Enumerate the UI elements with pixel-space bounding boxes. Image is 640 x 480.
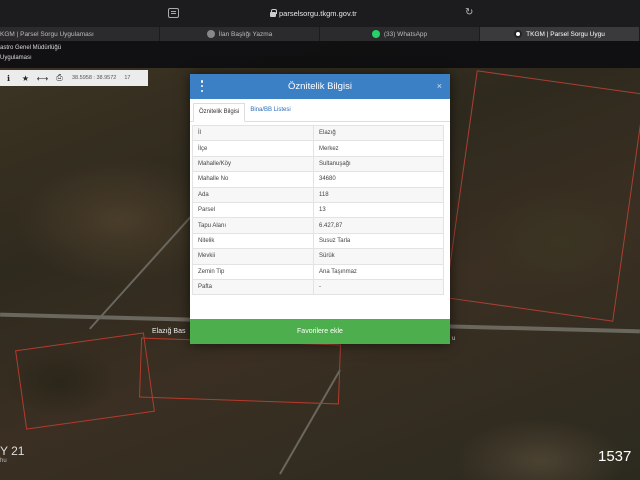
modal-header: Öznitelik Bilgisi ×: [190, 74, 450, 99]
modal-tabs: Öznitelik Bilgisi Bina/BB Listesi: [190, 99, 450, 122]
table-row: Tapu Alanı 6.427,87: [192, 217, 444, 234]
info-icon[interactable]: ℹ: [0, 70, 17, 86]
add-to-favorites-button[interactable]: Favorilere ekle: [190, 319, 450, 344]
road-label: Elazığ Bas: [152, 328, 186, 335]
app-header: astro Genel Müdürlüğü Uygulaması: [0, 41, 640, 68]
tab-tkgm-active[interactable]: TKGM | Parsel Sorgu Uygu: [480, 27, 640, 41]
road-label: u: [452, 336, 456, 342]
url-text: parselsorgu.tkgm.gov.tr: [279, 9, 357, 18]
modal-title: Öznitelik Bilgisi: [288, 81, 352, 92]
attribute-key: Zemin Tip: [192, 263, 314, 280]
parcel-boundary: [444, 70, 640, 322]
listing-watermark: 1537: [598, 448, 632, 465]
measure-icon[interactable]: ⟷: [34, 70, 51, 86]
zoom-level: 17: [124, 75, 131, 81]
table-row: Nitelik Susuz Tarla: [192, 232, 444, 250]
app-title: Uygulaması: [0, 55, 32, 61]
tab-whatsapp[interactable]: (33) WhatsApp: [320, 27, 480, 41]
attribute-key: İl: [192, 124, 314, 142]
table-row: Pafta -: [192, 278, 444, 296]
whatsapp-icon: [371, 30, 380, 38]
table-row: Mahalle No 34680: [192, 171, 444, 188]
lock-icon: [270, 9, 277, 17]
table-row: Parsel 13: [192, 201, 444, 219]
sidebar-toggle-icon[interactable]: [168, 8, 179, 18]
map-toolbar: ℹ ★ ⟷ ⎙ 38.5958 : 38.9572 17: [0, 70, 148, 86]
attribute-value: 13: [313, 201, 444, 219]
attribute-key: Nitelik: [192, 232, 314, 250]
attribute-value: Elazığ: [313, 124, 444, 142]
tab-label: KGM | Parsel Sorgu Uygulaması: [0, 30, 94, 38]
tab-attribute-info[interactable]: Öznitelik Bilgisi: [193, 103, 246, 122]
browser-toolbar: parselsorgu.tkgm.gov.tr ↻: [0, 0, 640, 27]
attribute-value: -: [313, 278, 444, 296]
attribute-value: 6.427,87: [313, 217, 444, 234]
table-row: Ada 118: [192, 186, 444, 203]
imagery-watermark: Y 21: [0, 444, 25, 458]
tab-building-list[interactable]: Bina/BB Listesi: [245, 102, 295, 121]
agency-title: astro Genel Müdürlüğü: [0, 45, 62, 51]
star-icon[interactable]: ★: [17, 70, 34, 86]
tkgm-icon: [514, 30, 523, 38]
attribute-value: Sultanuşağı: [313, 155, 444, 173]
attribute-info-modal: Öznitelik Bilgisi × Öznitelik Bilgisi Bi…: [190, 74, 450, 344]
tab-label: (33) WhatsApp: [383, 30, 428, 38]
tab-label: İlan Başlığı Yazma: [218, 30, 273, 38]
attribute-value: Sürük: [313, 248, 444, 265]
tab-parsel-sorgu[interactable]: KGM | Parsel Sorgu Uygulaması: [0, 27, 160, 41]
attribute-value: 34680: [313, 171, 444, 188]
browser-tabs: KGM | Parsel Sorgu Uygulaması İlan Başlı…: [0, 27, 640, 41]
parcel-boundary: [139, 337, 341, 405]
attribute-key: İlçe: [192, 140, 314, 157]
tab-ilan-basligi[interactable]: İlan Başlığı Yazma: [160, 27, 320, 41]
attribute-key: Ada: [192, 186, 314, 203]
table-row: Mahalle/Köy Sultanuşağı: [192, 155, 444, 173]
parcel-boundary: [15, 332, 155, 430]
address-bar[interactable]: parselsorgu.tkgm.gov.tr: [270, 6, 380, 21]
attribute-value: Ana Taşınmaz: [313, 263, 444, 280]
page-icon: [206, 30, 215, 38]
close-icon[interactable]: ×: [437, 81, 442, 91]
attribute-value: 118: [313, 186, 444, 203]
attribute-value: Susuz Tarla: [313, 232, 444, 250]
attribute-value: Merkez: [313, 140, 444, 157]
table-row: İlçe Merkez: [192, 140, 444, 157]
attribute-key: Parsel: [192, 201, 314, 219]
attribute-key: Mevkii: [192, 248, 314, 265]
attribute-key: Mahalle No: [192, 171, 314, 188]
reload-icon[interactable]: ↻: [465, 7, 473, 18]
table-row: İl Elazığ: [192, 124, 444, 142]
table-row: Zemin Tip Ana Taşınmaz: [192, 263, 444, 280]
imagery-watermark-small: hu: [0, 458, 7, 464]
table-row: Mevkii Sürük: [192, 248, 444, 265]
attribute-key: Pafta: [192, 278, 314, 296]
attribute-key: Mahalle/Köy: [192, 155, 314, 173]
coordinates-readout: 38.5958 : 38.9572: [72, 75, 117, 81]
attribute-table: İl Elazığ İlçe Merkez Mahalle/Köy Sultanuşağı…: [192, 124, 444, 296]
print-icon[interactable]: ⎙: [51, 70, 68, 86]
attribute-key: Tapu Alanı: [192, 217, 314, 234]
tab-label: TKGM | Parsel Sorgu Uygu: [526, 30, 605, 38]
